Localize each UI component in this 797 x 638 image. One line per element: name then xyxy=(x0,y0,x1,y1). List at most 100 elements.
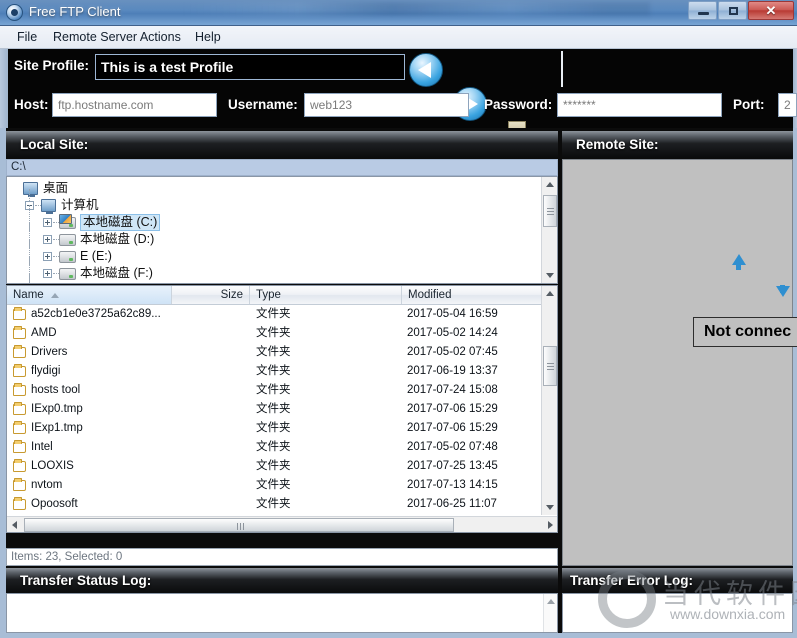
cell-type: 文件夹 xyxy=(256,365,291,377)
list-scroll-left-icon[interactable] xyxy=(12,521,17,529)
title-bar-reflection xyxy=(180,2,650,16)
toolbar-left-edge xyxy=(0,49,8,128)
status-log-scrollbar[interactable] xyxy=(543,594,557,632)
port-input[interactable]: 2 xyxy=(778,93,797,117)
cell-name: IExp0.tmp xyxy=(31,403,83,415)
expand-drive-f-icon[interactable] xyxy=(43,269,52,278)
username-label: Username: xyxy=(228,97,298,112)
cell-modified: 2017-06-19 13:37 xyxy=(407,365,498,377)
folder-icon xyxy=(13,307,26,320)
minimize-button[interactable] xyxy=(688,1,717,20)
expand-drive-c-icon[interactable] xyxy=(43,218,52,227)
list-scroll-up-icon[interactable] xyxy=(546,291,554,296)
folder-icon xyxy=(13,459,26,472)
transfer-status-log-box[interactable] xyxy=(6,593,558,633)
tree-item-desktop-label: 桌面 xyxy=(43,181,69,195)
list-scroll-right-icon[interactable] xyxy=(548,521,553,529)
username-input[interactable]: web123 xyxy=(304,93,469,117)
table-row[interactable]: flydigi 文件夹 2017-06-19 13:37 xyxy=(7,362,542,381)
table-row[interactable]: LOOXIS 文件夹 2017-07-25 13:45 xyxy=(7,457,542,476)
cell-name: flydigi xyxy=(31,365,61,377)
close-button[interactable]: ✕ xyxy=(748,1,794,20)
tree-scroll-thumb[interactable] xyxy=(543,195,557,227)
menu-help[interactable]: Help xyxy=(190,29,226,46)
port-label: Port: xyxy=(733,97,765,112)
menu-file[interactable]: File xyxy=(12,29,42,46)
tree-scroll-down-icon[interactable] xyxy=(546,273,554,278)
table-row[interactable]: hosts tool 文件夹 2017-07-24 15:08 xyxy=(7,381,542,400)
transfer-error-log-box[interactable] xyxy=(562,593,793,633)
cell-type: 文件夹 xyxy=(256,441,291,453)
window-controls: ✕ xyxy=(687,1,794,20)
local-site-header: Local Site: xyxy=(6,131,558,158)
folder-icon xyxy=(13,364,26,377)
remote-site-title: Remote Site: xyxy=(576,137,659,152)
local-path-bar[interactable]: C:\ xyxy=(6,159,558,176)
password-input[interactable]: ******* xyxy=(557,93,722,117)
cell-type: 文件夹 xyxy=(256,308,291,320)
expand-drive-d-icon[interactable] xyxy=(43,235,52,244)
toolbar-separator xyxy=(561,51,563,87)
table-row[interactable]: Drivers 文件夹 2017-05-02 07:45 xyxy=(7,343,542,362)
menu-remote-server-actions[interactable]: Remote Server Actions xyxy=(48,29,186,46)
status-log-scroll-up-icon[interactable] xyxy=(547,599,555,604)
file-list-scrollbar-vertical[interactable] xyxy=(541,286,557,515)
tree-item-computer-label: 计算机 xyxy=(61,198,99,212)
transfer-error-log-header: Transfer Error Log: xyxy=(562,568,793,593)
globe-icon xyxy=(6,4,23,21)
column-header-name[interactable]: Name xyxy=(7,286,172,304)
tree-scrollbar-vertical[interactable] xyxy=(541,177,557,283)
cell-type: 文件夹 xyxy=(256,346,291,358)
drive-icon-e xyxy=(59,251,76,263)
back-button[interactable] xyxy=(409,53,443,87)
table-row[interactable]: Intel 文件夹 2017-05-02 07:48 xyxy=(7,438,542,457)
cell-type: 文件夹 xyxy=(256,422,291,434)
host-input[interactable]: ftp.hostname.com xyxy=(52,93,217,117)
table-row[interactable]: PerfLogs 文件夹 2009-07-14 10:37 xyxy=(7,514,542,515)
maximize-button[interactable] xyxy=(718,1,747,20)
column-header-modified[interactable]: Modified xyxy=(402,286,557,304)
folder-icon xyxy=(13,345,26,358)
tree-item-drive-c-label: 本地磁盘 (C:) xyxy=(80,214,161,231)
table-row[interactable]: IExp0.tmp 文件夹 2017-07-06 15:29 xyxy=(7,400,542,419)
local-file-list[interactable]: Name Size Type Modified a52cb1e0e3725a62… xyxy=(6,285,558,533)
cell-name: nvtom xyxy=(31,479,63,491)
table-row[interactable]: a52cb1e0e3725a62c89... 文件夹 2017-05-04 16:5… xyxy=(7,305,542,324)
download-arrow-icon xyxy=(776,286,790,297)
remote-site-header: Remote Site: xyxy=(562,131,793,158)
host-label: Host: xyxy=(14,97,49,112)
cell-modified: 2017-05-04 16:59 xyxy=(407,308,498,320)
local-tree-pane[interactable]: 桌面 计算机 本地磁盘 (C:) 本地磁盘 (D:) E (E:) 本地磁盘 (… xyxy=(6,176,558,284)
expand-drive-e-icon[interactable] xyxy=(43,252,52,261)
cell-name: Opoosoft xyxy=(31,498,78,510)
cell-name: IExp1.tmp xyxy=(31,422,83,434)
tree-scroll-up-icon[interactable] xyxy=(546,182,554,187)
desktop-icon xyxy=(23,182,38,197)
column-header-size[interactable]: Size xyxy=(172,286,250,304)
table-row[interactable]: Opoosoft 文件夹 2017-06-25 11:07 xyxy=(7,495,542,514)
table-row[interactable]: AMD 文件夹 2017-05-02 14:24 xyxy=(7,324,542,343)
site-profile-input[interactable]: This is a test Profile xyxy=(95,54,405,80)
cell-name: AMD xyxy=(31,327,57,339)
ftp-client-window: Free FTP Client ✕ File Remote Server Act… xyxy=(0,0,797,638)
cell-type: 文件夹 xyxy=(256,460,291,472)
hgrip-1 xyxy=(237,523,238,530)
sort-ascending-icon xyxy=(51,293,59,298)
file-list-header: Name Size Type Modified xyxy=(7,286,557,305)
cell-name: Intel xyxy=(31,441,53,453)
cell-modified: 2009-07-14 10:37 xyxy=(407,514,498,515)
remote-site-pane[interactable]: Not connec xyxy=(562,159,797,566)
folder-icon xyxy=(13,478,26,491)
table-row[interactable]: nvtom 文件夹 2017-07-13 14:15 xyxy=(7,476,542,495)
column-header-type[interactable]: Type xyxy=(250,286,402,304)
table-row[interactable]: IExp1.tmp 文件夹 2017-07-06 15:29 xyxy=(7,419,542,438)
local-status-bar: Items: 23, Selected: 0 xyxy=(6,548,558,566)
close-icon: ✕ xyxy=(765,3,777,18)
file-list-scrollbar-horizontal[interactable] xyxy=(7,516,557,532)
tree-grip-2 xyxy=(547,211,554,212)
list-scroll-down-icon[interactable] xyxy=(546,505,554,510)
list-scroll-thumb[interactable] xyxy=(543,346,557,386)
list-hscroll-thumb[interactable] xyxy=(24,518,454,532)
cell-modified: 2017-07-06 15:29 xyxy=(407,403,498,415)
cell-name: LOOXIS xyxy=(31,460,74,472)
